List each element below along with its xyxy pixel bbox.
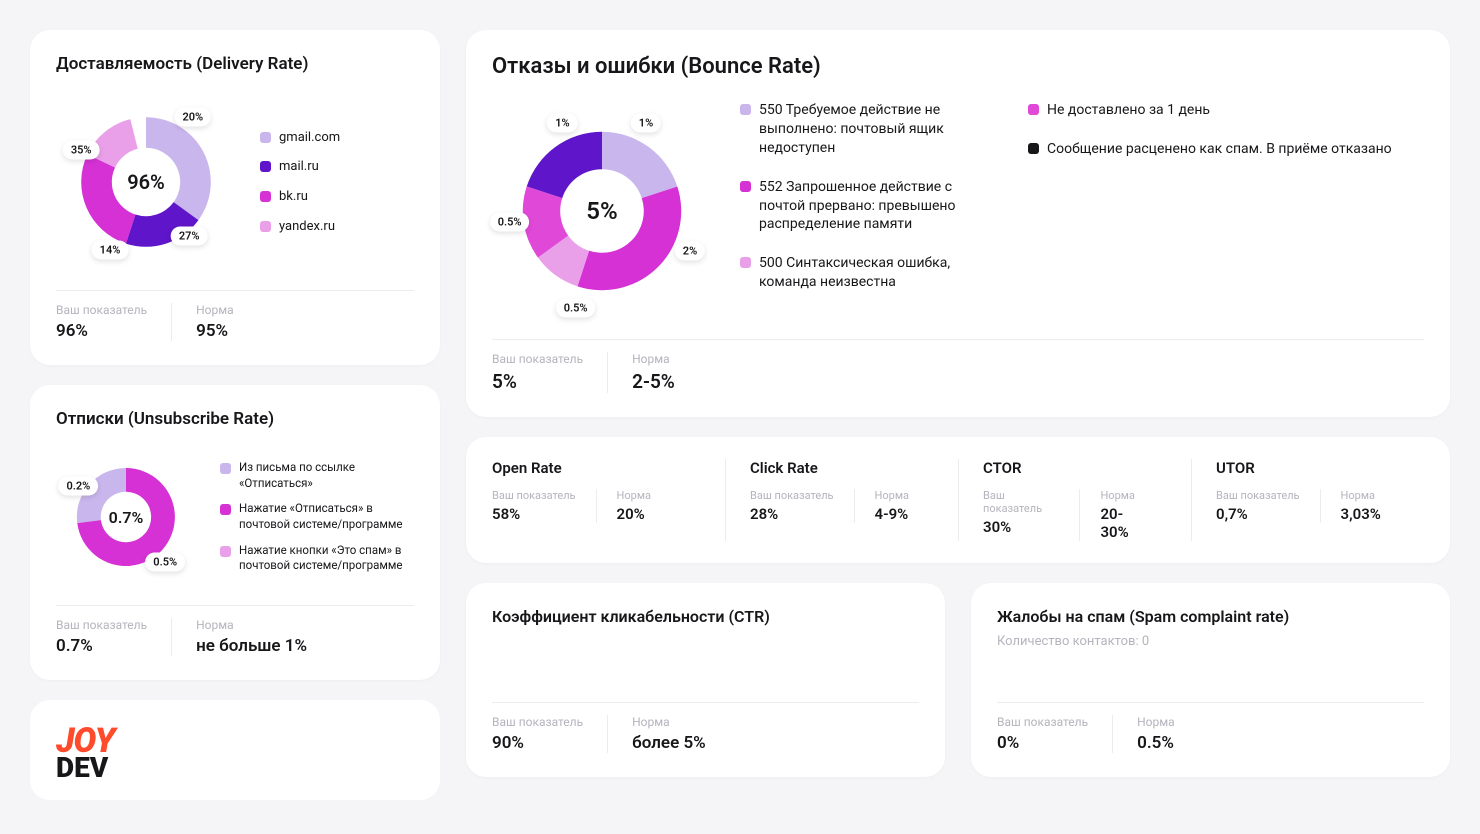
unsubscribe-donut-chart: 0.7% 0.2% 0.5% — [56, 447, 196, 587]
slice-label: 14% — [92, 241, 129, 260]
spam-norm: Норма 0.5% — [1112, 715, 1199, 753]
legend-item: bk.ru — [260, 188, 340, 206]
legend-item: Из письма по ссылке «Отписаться» — [220, 460, 414, 491]
legend-item: mail.ru — [260, 158, 340, 176]
legend-item: 500 Синтаксическая ошибка, команда неизв… — [740, 254, 1000, 292]
legend-item: yandex.ru — [260, 218, 340, 236]
joydev-logo: JOY DEV — [56, 726, 114, 780]
ctr-title: Коэффициент кликабельности (CTR) — [492, 607, 919, 626]
slice-label: 2% — [675, 241, 705, 260]
spam-card: Жалобы на спам (Spam complaint rate) Кол… — [971, 583, 1450, 777]
legend-item: gmail.com — [260, 129, 340, 147]
bounce-rate-card: Отказы и ошибки (Bounce Rate) — [466, 30, 1450, 417]
bounce-legend-right: Не доставлено за 1 день Сообщение расцен… — [1028, 101, 1424, 159]
delivery-legend: gmail.com mail.ru bk.ru yandex.ru — [260, 129, 340, 235]
legend-item: 550 Требуемое действие не выполнено: поч… — [740, 101, 1000, 158]
delivery-your-metric: Ваш показатель 96% — [56, 303, 171, 341]
spam-subtitle: Количество контактов: 0 — [997, 634, 1424, 649]
legend-item: 552 Запрошенное действие с почтой прерва… — [740, 178, 1000, 235]
rate-utor: UTOR Ваш показатель0,7% Норма3,03% — [1191, 459, 1424, 541]
slice-label: 0.5% — [145, 552, 185, 571]
spam-your-metric: Ваш показатель 0% — [997, 715, 1112, 753]
unsubscribe-legend: Из письма по ссылке «Отписаться» Нажатие… — [220, 460, 414, 573]
bounce-title: Отказы и ошибки (Bounce Rate) — [492, 54, 1424, 79]
slice-label: 35% — [63, 140, 100, 159]
delivery-donut-chart: 96% 20% 27% 14% 35% — [56, 92, 236, 272]
delivery-rate-card: Доставляемость (Delivery Rate) 96% — [30, 30, 440, 365]
slice-label: 1% — [631, 114, 661, 133]
delivery-title: Доставляемость (Delivery Rate) — [56, 54, 414, 74]
bounce-donut-chart: 5% 1% 1% 2% 0.5% 0.5% — [492, 101, 712, 321]
unsubscribe-title: Отписки (Unsubscribe Rate) — [56, 409, 414, 429]
ctr-card: Коэффициент кликабельности (CTR) Ваш пок… — [466, 583, 945, 777]
rate-ctor: CTOR Ваш показатель30% Норма20-30% — [958, 459, 1191, 541]
legend-item: Нажатие кнопки «Это спам» в почтовой сис… — [220, 543, 414, 574]
spam-title: Жалобы на спам (Spam complaint rate) — [997, 607, 1424, 626]
slice-label: 0.2% — [58, 477, 98, 496]
legend-item: Нажатие «Отписаться» в почтовой системе/… — [220, 501, 414, 532]
ctr-your-metric: Ваш показатель 90% — [492, 715, 607, 753]
unsubscribe-your-metric: Ваш показатель 0.7% — [56, 618, 171, 656]
bounce-legend-left: 550 Требуемое действие не выполнено: поч… — [740, 101, 1000, 292]
bounce-norm: Норма 2-5% — [607, 352, 699, 393]
rate-open: Open Rate Ваш показатель58% Норма20% — [492, 459, 725, 541]
delivery-norm: Норма 95% — [171, 303, 258, 341]
slice-label: 27% — [171, 227, 208, 246]
bounce-your-metric: Ваш показатель 5% — [492, 352, 607, 393]
slice-label: 20% — [174, 108, 211, 127]
logo-card: JOY DEV — [30, 700, 440, 800]
slice-label: 0.5% — [490, 213, 530, 232]
bounce-center-value: 5% — [492, 101, 712, 321]
unsubscribe-norm: Норма не больше 1% — [171, 618, 331, 656]
rates-card: Open Rate Ваш показатель58% Норма20% Cli… — [466, 437, 1450, 563]
legend-item: Сообщение расценено как спам. В приёме о… — [1028, 140, 1424, 159]
rate-click: Click Rate Ваш показатель28% Норма4-9% — [725, 459, 958, 541]
slice-label: 0.5% — [556, 298, 596, 317]
unsubscribe-rate-card: Отписки (Unsubscribe Rate) 0.7% 0.2% 0.5… — [30, 385, 440, 680]
ctr-norm: Норма более 5% — [607, 715, 730, 753]
legend-item: Не доставлено за 1 день — [1028, 101, 1424, 120]
slice-label: 1% — [547, 114, 577, 133]
